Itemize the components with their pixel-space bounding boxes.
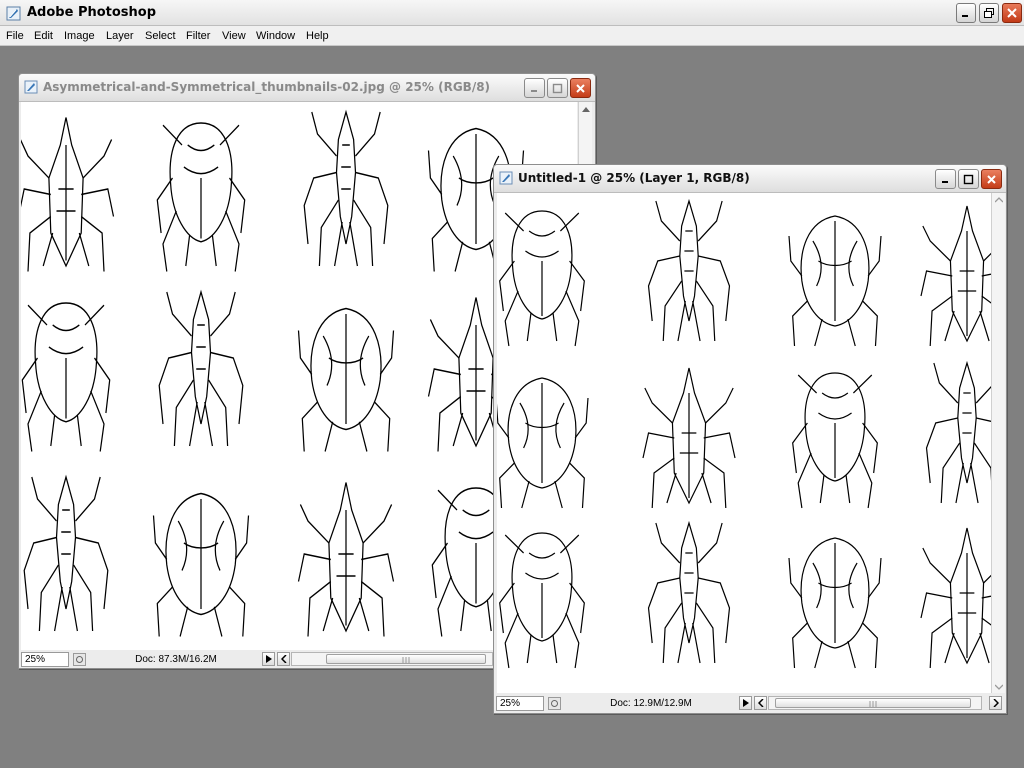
scroll-left-button[interactable] bbox=[277, 652, 290, 666]
app-restore-button[interactable] bbox=[979, 3, 999, 23]
status-bar: 25% Doc: 12.9M/12.9M bbox=[496, 695, 1004, 712]
maximize-icon bbox=[552, 83, 563, 93]
zoom-field[interactable]: 25% bbox=[21, 652, 69, 667]
restore-icon bbox=[984, 8, 994, 18]
status-menu-icon[interactable] bbox=[548, 697, 561, 710]
menu-bar: File Edit Image Layer Select Filter View… bbox=[0, 26, 1024, 46]
creature-sketch bbox=[21, 117, 115, 272]
document-title: Untitled-1 @ 25% (Layer 1, RGB/8) bbox=[518, 171, 750, 185]
arrow-up-icon bbox=[581, 106, 590, 112]
doc-minimize-button[interactable] bbox=[524, 78, 545, 98]
sketch-creatures-image bbox=[497, 198, 991, 669]
maximize-icon bbox=[963, 174, 974, 184]
document-window-untitled[interactable]: Untitled-1 @ 25% (Layer 1, RGB/8) 25% Do… bbox=[493, 164, 1007, 714]
creature-sketch bbox=[925, 360, 991, 504]
document-icon bbox=[24, 80, 38, 94]
scroll-left-button[interactable] bbox=[754, 696, 767, 710]
document-canvas[interactable] bbox=[497, 193, 991, 693]
creature-sketch bbox=[21, 302, 111, 452]
horizontal-scrollbar[interactable] bbox=[768, 696, 982, 710]
document-titlebar[interactable]: Untitled-1 @ 25% (Layer 1, RGB/8) bbox=[494, 165, 1006, 193]
arrow-right-icon bbox=[265, 655, 272, 663]
creature-sketch bbox=[642, 367, 736, 509]
chevron-left-icon bbox=[280, 655, 287, 663]
menu-file[interactable]: File bbox=[5, 28, 25, 44]
status-arrow-button[interactable] bbox=[739, 696, 752, 710]
vertical-scrollbar[interactable] bbox=[991, 193, 1005, 693]
scroll-up-button[interactable] bbox=[992, 193, 1005, 206]
creature-sketch bbox=[788, 215, 882, 347]
creature-sketch bbox=[297, 482, 395, 637]
doc-maximize-button[interactable] bbox=[547, 78, 568, 98]
creature-sketch bbox=[647, 198, 731, 342]
app-minimize-button[interactable] bbox=[956, 3, 976, 23]
scroll-up-button[interactable] bbox=[579, 102, 592, 115]
photoshop-feather-icon bbox=[6, 6, 21, 21]
scroll-thumb[interactable] bbox=[775, 698, 971, 708]
chevron-left-icon bbox=[757, 699, 764, 707]
scroll-down-button[interactable] bbox=[992, 680, 1005, 693]
creature-sketch bbox=[303, 109, 389, 267]
creature-sketch bbox=[23, 474, 109, 632]
doc-close-button[interactable] bbox=[570, 78, 591, 98]
chevron-right-icon bbox=[992, 699, 999, 707]
document-title: Asymmetrical-and-Symmetrical_thumbnails-… bbox=[43, 80, 491, 94]
doc-maximize-button[interactable] bbox=[958, 169, 979, 189]
menu-filter[interactable]: Filter bbox=[185, 28, 211, 44]
chevron-up-icon bbox=[994, 196, 1003, 202]
creature-sketch bbox=[647, 520, 731, 664]
app-title: Adobe Photoshop bbox=[27, 5, 157, 20]
doc-size: Doc: 12.9M/12.9M bbox=[610, 698, 692, 709]
close-icon bbox=[987, 174, 996, 184]
app-titlebar: Adobe Photoshop bbox=[0, 0, 1024, 26]
status-arrow-button[interactable] bbox=[262, 652, 275, 666]
creature-sketch bbox=[499, 532, 585, 669]
close-icon bbox=[576, 83, 585, 93]
menu-edit[interactable]: Edit bbox=[33, 28, 54, 44]
scroll-right-button[interactable] bbox=[989, 696, 1002, 710]
minimize-icon bbox=[530, 90, 537, 92]
menu-help[interactable]: Help bbox=[305, 28, 330, 44]
document-icon bbox=[499, 171, 513, 185]
creature-sketch bbox=[792, 372, 878, 509]
close-icon bbox=[1007, 8, 1017, 18]
creature-sketch bbox=[297, 307, 395, 452]
horizontal-scrollbar[interactable] bbox=[291, 652, 493, 666]
doc-minimize-button[interactable] bbox=[935, 169, 956, 189]
creature-sketch bbox=[788, 537, 882, 669]
menu-window[interactable]: Window bbox=[255, 28, 296, 44]
menu-image[interactable]: Image bbox=[63, 28, 96, 44]
zoom-field[interactable]: 25% bbox=[496, 696, 544, 711]
arrow-right-icon bbox=[742, 699, 749, 707]
creature-sketch bbox=[499, 210, 585, 347]
grip-icon bbox=[869, 701, 877, 707]
creature-sketch bbox=[497, 377, 589, 509]
doc-close-button[interactable] bbox=[981, 169, 1002, 189]
status-menu-icon[interactable] bbox=[73, 653, 86, 666]
minimize-icon bbox=[941, 181, 948, 183]
minimize-icon bbox=[962, 15, 968, 17]
chevron-down-icon bbox=[994, 684, 1003, 690]
doc-size: Doc: 87.3M/16.2M bbox=[135, 654, 217, 665]
creature-sketch bbox=[920, 205, 991, 347]
menu-select[interactable]: Select bbox=[144, 28, 177, 44]
creature-sketch bbox=[158, 289, 244, 447]
document-titlebar[interactable]: Asymmetrical-and-Symmetrical_thumbnails-… bbox=[19, 74, 595, 102]
grip-icon bbox=[402, 657, 410, 663]
app-close-button[interactable] bbox=[1002, 3, 1022, 23]
creature-sketch bbox=[152, 492, 250, 637]
menu-layer[interactable]: Layer bbox=[105, 28, 135, 44]
creature-sketch bbox=[156, 122, 246, 272]
creature-sketch bbox=[920, 527, 991, 669]
menu-view[interactable]: View bbox=[221, 28, 247, 44]
scroll-thumb[interactable] bbox=[326, 654, 486, 664]
